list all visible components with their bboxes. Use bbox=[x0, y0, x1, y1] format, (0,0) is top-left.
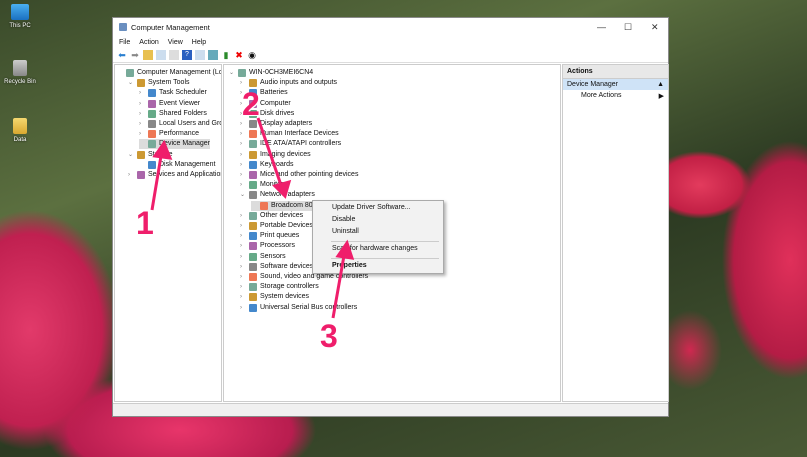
arrow-2 bbox=[256, 117, 284, 189]
annotation-1: 1 bbox=[136, 205, 154, 241]
annotation-3: 3 bbox=[320, 318, 338, 354]
arrow-1 bbox=[150, 149, 164, 211]
arrow-3 bbox=[331, 249, 347, 319]
annotation-2: 2 bbox=[242, 86, 260, 122]
annotation-arrows bbox=[150, 117, 355, 319]
